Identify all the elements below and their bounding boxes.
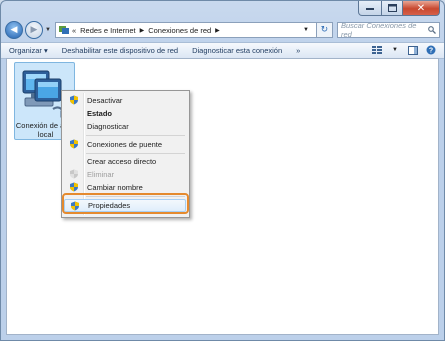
arrow-right-icon: ▶ <box>30 25 38 35</box>
menu-item-estado[interactable]: Estado <box>64 107 186 119</box>
breadcrumb-overflow[interactable]: « <box>72 26 76 35</box>
breadcrumb-chevron-icon[interactable]: ▶ <box>215 27 220 34</box>
menu-item-label: Desactivar <box>87 95 123 105</box>
help-icon[interactable]: ? <box>426 45 436 55</box>
close-button[interactable]: ✕ <box>403 1 440 16</box>
menu-item-conexiones-puente[interactable]: Conexiones de puente <box>64 138 186 150</box>
diagnose-button[interactable]: Diagnosticar esta conexión <box>192 46 282 55</box>
svg-text:?: ? <box>429 48 433 55</box>
network-folder-icon <box>58 26 69 34</box>
menu-separator <box>86 153 185 154</box>
menu-item-label: Estado <box>87 108 113 118</box>
caption-buttons: ✕ <box>358 1 440 16</box>
view-options-icon[interactable] <box>372 45 382 55</box>
close-icon: ✕ <box>416 2 426 14</box>
maximize-icon <box>387 4 397 12</box>
uac-shield-icon <box>70 139 78 149</box>
uac-shield-icon <box>70 95 78 105</box>
address-box[interactable]: « Redes e Internet ▶ Conexiones de red ▶… <box>54 22 317 38</box>
network-connections-window: ✕ ◀ ▶ ▼ « Redes e Internet ▶ Conexiones … <box>0 0 445 341</box>
menu-item-cambiar-nombre[interactable]: Cambiar nombre <box>64 181 186 193</box>
forward-button[interactable]: ▶ <box>25 21 43 39</box>
menu-item-crear-acceso-directo[interactable]: Crear acceso directo <box>64 155 186 167</box>
search-placeholder: Buscar Conexiones de red <box>340 21 417 39</box>
address-dropdown-icon[interactable]: ▼ <box>303 27 309 33</box>
address-bar-row: ◀ ▶ ▼ « Redes e Internet ▶ Conexiones de… <box>5 19 440 41</box>
search-input[interactable]: Buscar Conexiones de red <box>336 21 440 39</box>
menu-item-label: Crear acceso directo <box>87 156 157 166</box>
search-icon <box>428 26 436 34</box>
uac-shield-icon <box>70 182 78 192</box>
disable-device-button[interactable]: Deshabilitar este dispositivo de red <box>62 46 178 55</box>
refresh-icon: ↻ <box>320 25 329 35</box>
command-bar: Organizar ▾ Deshabilitar este dispositiv… <box>1 42 444 59</box>
refresh-button[interactable]: ↻ <box>316 22 333 38</box>
organize-button[interactable]: Organizar ▾ <box>9 46 48 55</box>
minimize-icon <box>366 8 374 10</box>
back-button[interactable]: ◀ <box>5 21 23 39</box>
minimize-button[interactable] <box>358 1 382 16</box>
menu-item-diagnosticar[interactable]: Diagnosticar <box>64 120 186 132</box>
menu-item-label: Cambiar nombre <box>87 182 143 192</box>
history-dropdown-icon[interactable]: ▼ <box>45 27 51 33</box>
uac-shield-icon <box>70 169 78 179</box>
menu-separator <box>86 135 185 136</box>
highlight-ring <box>62 193 189 214</box>
menu-item-eliminar: Eliminar <box>64 168 186 180</box>
more-commands-button[interactable]: » <box>296 46 300 55</box>
view-controls: ▼ ? <box>364 45 436 55</box>
breadcrumb-conexiones-red[interactable]: Conexiones de red <box>148 26 211 35</box>
preview-pane-icon[interactable] <box>408 45 418 55</box>
view-dropdown-icon[interactable]: ▼ <box>390 45 400 55</box>
maximize-button[interactable] <box>382 1 403 16</box>
breadcrumb-chevron-icon[interactable]: ▶ <box>140 27 145 34</box>
menu-item-label: Conexiones de puente <box>87 139 163 149</box>
breadcrumb-redes-internet[interactable]: Redes e Internet <box>80 26 135 35</box>
menu-item-label: Eliminar <box>87 169 115 179</box>
menu-item-desactivar[interactable]: Desactivar <box>64 94 186 106</box>
arrow-left-icon: ◀ <box>10 25 18 35</box>
menu-item-label: Diagnosticar <box>87 121 129 131</box>
